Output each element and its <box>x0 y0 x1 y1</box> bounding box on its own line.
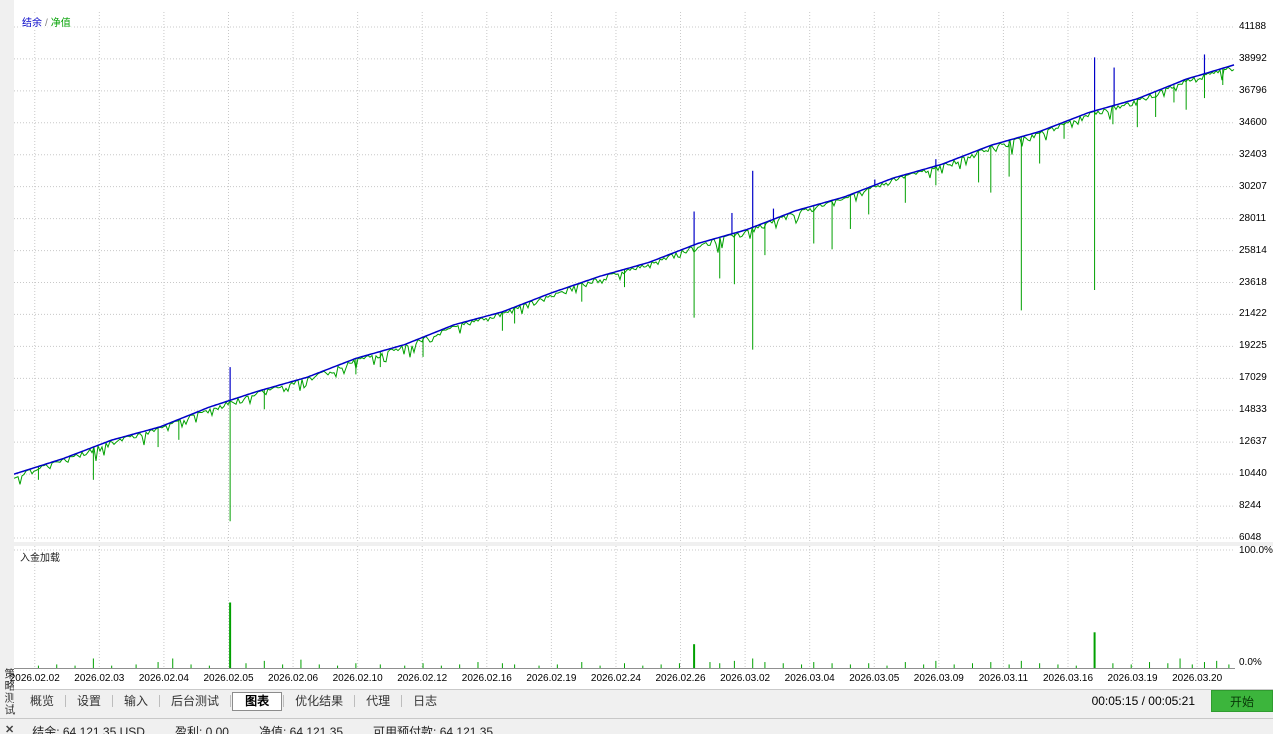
tab-settings[interactable]: 设置 <box>67 692 111 711</box>
y-axis-tick: 30207 <box>1239 180 1267 192</box>
status-profit: 盈利: 0.00 <box>174 725 229 734</box>
tab-separator <box>401 695 403 707</box>
y-axis-tick: 38992 <box>1239 52 1267 64</box>
x-axis-tick: 2026.02.04 <box>138 673 189 684</box>
x-axis-tick: 2026.03.09 <box>913 673 964 684</box>
tab-separator <box>159 695 161 707</box>
balance-equity-chart[interactable] <box>14 12 1235 542</box>
tab-agents[interactable]: 代理 <box>356 692 400 711</box>
status-balance: 结余: 64,121.35 USD <box>32 725 145 734</box>
x-axis-tick: 2026.02.03 <box>74 673 125 684</box>
strategy-tester-window: 策略测试 结余 / 净值 入金加载 41188 38992 36796 34600 3240… <box>0 0 1273 734</box>
x-axis-tick: 2026.03.16 <box>1042 673 1094 684</box>
x-axis-tick: 2026.02.02 <box>9 673 60 684</box>
close-icon[interactable]: ✕ <box>5 723 14 734</box>
y-axis-tick: 32403 <box>1239 148 1267 160</box>
x-axis-tick: 2026.03.20 <box>1172 673 1223 684</box>
backtest-time-progress: 00:05:15 / 00:05:21 <box>1091 694 1195 708</box>
y-axis-tick: 21422 <box>1239 308 1267 320</box>
x-axis-tick: 2026.02.16 <box>461 673 512 684</box>
tester-vertical-titlebar[interactable]: 策略测试 <box>0 0 15 718</box>
legend-equity-label: 净值 <box>50 18 71 29</box>
status-equity: 净值: 64,121.35 <box>258 725 344 734</box>
x-axis-tick: 2026.03.04 <box>784 673 835 684</box>
tester-graph-panel: 结余 / 净值 入金加载 41188 38992 36796 34600 32403 3020… <box>10 0 1273 689</box>
tab-journal[interactable]: 日志 <box>403 692 447 711</box>
x-axis-tick: 2026.02.12 <box>397 673 448 684</box>
y-axis-tick: 36796 <box>1239 84 1267 96</box>
y-axis-tick: 19225 <box>1239 340 1267 352</box>
y-axis-tick: 34600 <box>1239 116 1267 128</box>
tab-backtest[interactable]: 后台测试 <box>161 692 229 711</box>
status-bar-content: ✕ 结余: 64,121.35 USD 盈利: 0.00 净值: 64,121.… <box>0 723 523 734</box>
x-axis-tick: 2026.03.11 <box>978 673 1029 684</box>
y-axis-tick: 10440 <box>1239 468 1267 480</box>
tab-separator <box>112 695 114 707</box>
tab-list: 概览 设置 输入 后台测试 图表 优化结果 代理 日志 <box>20 691 447 711</box>
tab-separator <box>65 695 67 707</box>
tester-tab-bar: 概览 设置 输入 后台测试 图表 优化结果 代理 日志 00:05:15 / 00:05:21… <box>14 689 1273 712</box>
tab-separator <box>230 695 232 707</box>
chart-legend: 结余 / 净值 <box>20 14 73 29</box>
status-free-margin: 可用预付款: 64,121.35 <box>373 725 494 734</box>
tab-inputs[interactable]: 输入 <box>114 692 158 711</box>
x-axis-tick: 2026.03.05 <box>849 673 900 684</box>
deposit-load-chart[interactable] <box>14 546 1235 669</box>
y-axis-tick: 8244 <box>1239 500 1262 512</box>
subchart-axis-top: 100.0% <box>1239 545 1273 556</box>
y-axis-tick: 23618 <box>1239 276 1267 288</box>
x-axis-tick: 2026.03.19 <box>1107 673 1158 684</box>
x-axis-tick: 2026.02.26 <box>655 673 706 684</box>
y-axis-tick: 6048 <box>1239 532 1262 543</box>
tab-overview[interactable]: 概览 <box>20 692 64 711</box>
y-axis-tick: 17029 <box>1239 372 1267 384</box>
x-axis-tick: 2026.02.24 <box>590 673 641 684</box>
tab-graph[interactable]: 图表 <box>232 691 283 711</box>
tab-optimization-results[interactable]: 优化结果 <box>285 692 353 711</box>
x-axis-labels: 2026.02.02 2026.02.03 2026.02.04 2026.02.05… <box>10 670 1235 688</box>
deposit-load-label: 入金加载 <box>20 553 60 564</box>
status-bar: ✕ 结余: 64,121.35 USD 盈利: 0.00 净值: 64,121.… <box>0 718 1273 734</box>
x-axis-tick: 2026.02.06 <box>268 673 319 684</box>
y-axis-tick: 25814 <box>1239 244 1267 256</box>
start-button[interactable]: 开始 <box>1211 690 1273 712</box>
legend-separator: / <box>45 18 48 29</box>
subchart-axis-bottom: 0.0% <box>1239 657 1262 668</box>
tab-separator <box>283 695 285 707</box>
legend-balance-label: 结余 <box>22 18 42 29</box>
tab-separator <box>354 695 356 707</box>
y-axis-tick: 12637 <box>1239 436 1267 448</box>
y-axis-tick: 41188 <box>1239 21 1267 32</box>
y-axis-tick: 28011 <box>1239 212 1267 224</box>
x-axis-tick: 2026.02.10 <box>332 673 383 684</box>
x-axis-tick: 2026.03.02 <box>720 673 771 684</box>
y-axis-tick: 14833 <box>1239 404 1267 416</box>
x-axis-tick: 2026.02.19 <box>526 673 577 684</box>
x-axis-tick: 2026.02.05 <box>203 673 254 684</box>
